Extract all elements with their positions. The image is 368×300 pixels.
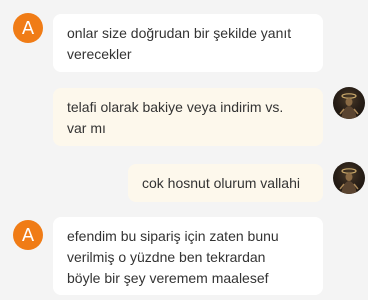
agent-avatar-letter: A [21,224,35,246]
message-bubble: onlar size doğrudan bir şekilde yanıt ve… [53,14,323,72]
agent-avatar-icon: A [13,13,43,43]
message-bubble: efendim bu sipariş için zaten bunu veril… [53,217,323,295]
message-text-line: var mı [67,120,106,136]
agent-avatar-letter: A [21,17,35,39]
message-text-line: efendim bu sipariş için zaten bunu [67,228,279,244]
message-text-line: böyle bir şey veremem maalesef [67,270,269,286]
agent-avatar-icon: A [13,220,43,250]
user-avatar-icon [333,87,365,119]
message-bubble: telafi olarak bakiye veya indirim vs. va… [53,88,323,146]
message-text-line: cok hosnut olurum vallahi [142,175,300,191]
message-text-line: onlar size doğrudan bir şekilde yanıt [67,25,292,41]
message-text-line: verecekler [67,46,132,62]
user-avatar-icon [333,162,365,194]
message-text-line: verilmiş o yüzdne ben tekrardan [67,249,266,265]
message-text-line: telafi olarak bakiye veya indirim vs. [67,99,284,115]
message-bubble: cok hosnut olurum vallahi [128,164,323,202]
